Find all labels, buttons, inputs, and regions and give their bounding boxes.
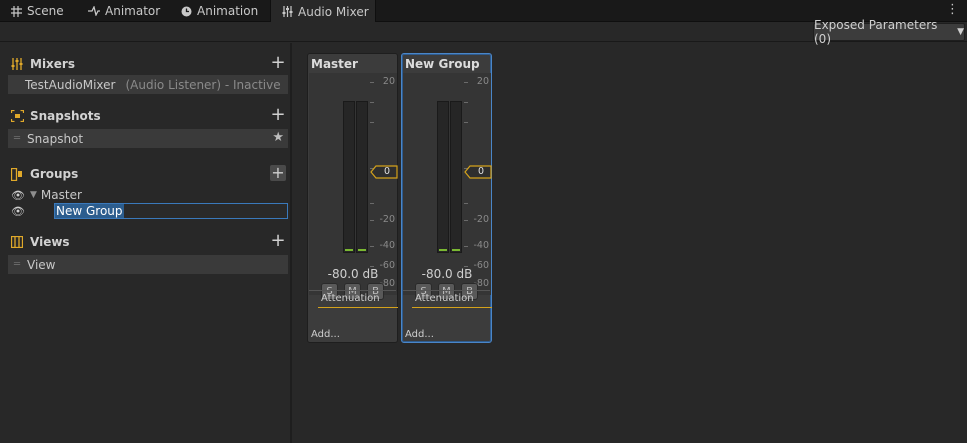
- strip-title: New Group: [405, 57, 480, 71]
- add-view-button[interactable]: +: [270, 232, 286, 250]
- volume-fader[interactable]: 0: [464, 165, 492, 179]
- group-row-new-group[interactable]: 👁 New Group: [8, 203, 288, 219]
- snapshot-row[interactable]: ═ Snapshot ★: [8, 129, 288, 148]
- volume-fader[interactable]: 0: [370, 165, 398, 179]
- effect-attenuation[interactable]: Attenuation: [412, 292, 492, 308]
- views-icon: [10, 235, 24, 249]
- mixer-sidebar: Mixers + TestAudioMixer (Audio Listener)…: [0, 43, 292, 443]
- views-header: Views +: [10, 232, 288, 251]
- channel-strip-master[interactable]: Master 20 -20 -40 -60 -80 0 -80.0 dB S M…: [307, 53, 398, 343]
- mixer-toolbar: Exposed Parameters (0) ▼: [0, 18, 967, 46]
- tab-animation[interactable]: Animation: [170, 0, 270, 22]
- drag-handle-icon[interactable]: ═: [10, 259, 24, 270]
- more-options-icon[interactable]: ⋮: [946, 3, 959, 17]
- group-icon: [10, 167, 24, 181]
- mixer-row[interactable]: TestAudioMixer (Audio Listener) - Inacti…: [8, 75, 288, 94]
- level-meter-right: [450, 101, 462, 253]
- level-meter-left: [437, 101, 449, 253]
- level-meter-left: [343, 101, 355, 253]
- animator-icon: [88, 5, 100, 17]
- mixer-icon: [10, 57, 24, 71]
- tick-label: -20: [379, 214, 395, 225]
- tick-label: -40: [473, 240, 489, 251]
- meter-area: 20 -20 -40 -60 -80 0 -80.0 dB S M B: [309, 73, 398, 300]
- groups-header: Groups +: [10, 165, 288, 183]
- dropdown-arrow-icon: ▼: [957, 27, 964, 37]
- clock-icon: [180, 5, 192, 17]
- drag-handle-icon[interactable]: ═: [10, 133, 24, 144]
- tick-label: -40: [379, 240, 395, 251]
- eye-icon[interactable]: 👁: [10, 205, 26, 218]
- chevron-down-icon[interactable]: ▼: [30, 190, 37, 200]
- tick-label: 20: [382, 76, 395, 87]
- volume-readout: -80.0 dB: [327, 267, 379, 281]
- level-meter-right: [356, 101, 368, 253]
- exposed-parameters-dropdown[interactable]: Exposed Parameters (0) ▼: [813, 18, 965, 46]
- snapshots-header: Snapshots +: [10, 106, 288, 125]
- tab-scene[interactable]: Scene: [0, 0, 80, 22]
- add-snapshot-button[interactable]: +: [270, 106, 286, 124]
- volume-readout: -80.0 dB: [421, 267, 473, 281]
- tick-label: -20: [473, 214, 489, 225]
- channel-strip-new-group[interactable]: New Group 20 -20 -40 -60 -80 0 -80.0 dB …: [401, 53, 492, 343]
- grid-icon: [10, 5, 22, 17]
- tab-animator[interactable]: Animator: [78, 0, 170, 22]
- mixer-icon: [281, 6, 293, 18]
- tick-label: 20: [476, 76, 489, 87]
- star-icon[interactable]: ★: [272, 130, 284, 145]
- add-effect-button[interactable]: Add...: [311, 329, 340, 340]
- snapshot-icon: [10, 109, 24, 123]
- strip-title: Master: [311, 57, 358, 71]
- add-mixer-button[interactable]: +: [270, 54, 286, 72]
- meter-area: 20 -20 -40 -60 -80 0 -80.0 dB S M B: [403, 73, 492, 300]
- add-effect-button[interactable]: Add...: [405, 329, 434, 340]
- eye-icon[interactable]: 👁: [10, 189, 26, 202]
- group-row-master[interactable]: 👁 ▼ Master: [8, 187, 288, 203]
- group-rename-field[interactable]: New Group: [54, 203, 288, 219]
- effect-attenuation[interactable]: Attenuation: [318, 292, 398, 308]
- view-row[interactable]: ═ View: [8, 255, 288, 274]
- tab-audio-mixer[interactable]: Audio Mixer: [270, 0, 376, 23]
- mixers-header: Mixers +: [10, 54, 288, 73]
- add-group-button[interactable]: +: [270, 165, 286, 181]
